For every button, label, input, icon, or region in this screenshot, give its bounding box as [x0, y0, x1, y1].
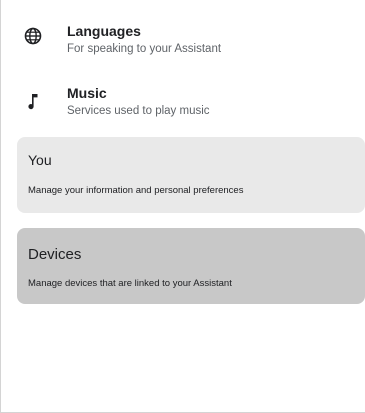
- settings-panel: Languages For speaking to your Assistant…: [0, 0, 365, 413]
- devices-card[interactable]: Devices Manage devices that are linked t…: [17, 228, 365, 304]
- settings-item-languages[interactable]: Languages For speaking to your Assistant: [1, 18, 365, 70]
- card-subtitle: Manage devices that are linked to your A…: [28, 278, 232, 289]
- you-card[interactable]: You Manage your information and personal…: [17, 137, 365, 213]
- settings-item-title: Languages: [67, 23, 141, 39]
- settings-item-subtitle: For speaking to your Assistant: [67, 43, 222, 55]
- card-title: You: [28, 152, 52, 168]
- settings-item-subtitle: Services used to play music: [67, 105, 210, 117]
- music-note-icon: [23, 91, 43, 111]
- globe-icon: [23, 26, 43, 46]
- card-subtitle: Manage your information and personal pre…: [28, 185, 244, 196]
- settings-item-title: Music: [67, 85, 107, 101]
- card-title: Devices: [28, 246, 82, 263]
- settings-item-music[interactable]: Music Services used to play music: [1, 80, 365, 132]
